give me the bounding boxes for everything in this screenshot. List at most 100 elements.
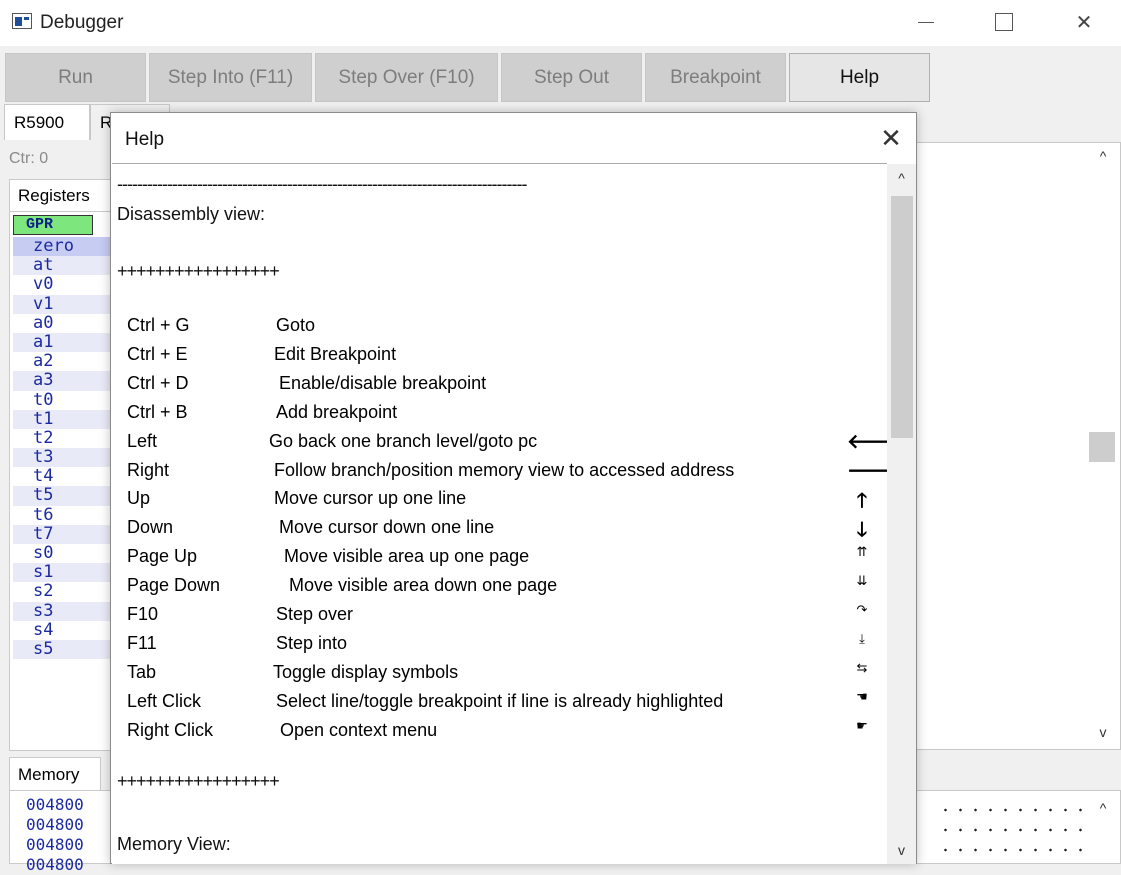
register-row[interactable]: t7: [13, 524, 111, 544]
help-scrollbar-thumb[interactable]: [891, 196, 913, 438]
arrow-right-icon: 🡒: [847, 458, 887, 483]
memory-row[interactable]: 004800: [26, 855, 116, 875]
shortcut-description: Add breakpoint: [276, 401, 398, 422]
memory-row[interactable]: 004800: [26, 795, 116, 815]
shortcut-key: Left: [127, 430, 158, 451]
app-icon: [12, 13, 32, 29]
help-scroll-down-icon[interactable]: v: [887, 842, 916, 860]
shortcut-key: Page Down: [127, 575, 221, 596]
shortcut-description: Step over: [276, 604, 354, 624]
section-heading-memory: Memory View:: [117, 834, 231, 854]
tab-icon: ⇆: [856, 659, 868, 675]
register-row[interactable]: s4: [13, 620, 111, 640]
shortcut-description: Follow branch/position memory view to ac…: [274, 459, 735, 480]
shortcut-description: Go back one branch level/goto pc: [269, 430, 538, 451]
memory-row[interactable]: 004800: [26, 835, 116, 855]
step-into-icon: ⤓: [859, 630, 865, 646]
window-title: Debugger: [40, 12, 124, 33]
help-dialog: Help ✕ ---------------------------------…: [110, 112, 917, 864]
help-close-button[interactable]: ✕: [873, 121, 909, 155]
register-row[interactable]: t5: [13, 486, 111, 506]
shortcut-key: Ctrl + B: [127, 401, 188, 422]
step-over-button[interactable]: Step Over (F10): [315, 53, 498, 102]
register-row[interactable]: a2: [13, 351, 111, 371]
gpr-category-tab[interactable]: GPR: [13, 215, 93, 235]
register-row[interactable]: t0: [13, 390, 111, 410]
step-into-button[interactable]: Step Into (F11): [149, 53, 312, 102]
help-button[interactable]: Help: [789, 53, 930, 102]
close-icon: ✕: [880, 122, 902, 153]
memory-scroll-up-icon[interactable]: ^: [1092, 800, 1114, 820]
step-over-icon: ↷: [856, 602, 868, 617]
register-row[interactable]: t2: [13, 428, 111, 448]
register-row[interactable]: t3: [13, 447, 111, 468]
shortcut-description: Move cursor up one line: [274, 488, 467, 509]
register-row[interactable]: zero: [13, 236, 111, 257]
register-row[interactable]: t4: [13, 467, 111, 486]
register-row[interactable]: v0: [13, 275, 111, 294]
separator-line: ----------------------------------------…: [117, 174, 528, 194]
cycle-counter: Ctr: 0: [9, 150, 49, 167]
shortcut-key: Right Click: [127, 719, 214, 740]
shortcut-key: Ctrl + E: [127, 343, 188, 364]
shortcut-key: Left Click: [127, 690, 202, 711]
close-icon: ✕: [1075, 11, 1093, 34]
register-row[interactable]: a1: [13, 332, 111, 353]
minimize-button[interactable]: [898, 0, 954, 44]
shortcut-key: Page Up: [127, 546, 198, 567]
shortcut-description: Step into: [276, 632, 348, 653]
section-heading-disassembly: Disassembly view:: [117, 204, 266, 224]
shortcut-description: Move visible area down one page: [289, 575, 558, 596]
shortcut-description: Edit Breakpoint: [274, 343, 397, 364]
register-row[interactable]: a3: [13, 371, 111, 391]
maximize-button[interactable]: [976, 0, 1032, 44]
plus-separator: +++++++++++++++++: [117, 771, 280, 791]
maximize-icon: [995, 13, 1013, 31]
register-row[interactable]: a0: [13, 313, 111, 333]
register-row[interactable]: s2: [13, 582, 111, 601]
shortcut-description: Select line/toggle breakpoint if line is…: [276, 690, 724, 711]
run-button[interactable]: Run: [5, 53, 146, 102]
tab-r5900[interactable]: R5900: [4, 104, 90, 140]
left-click-icon: ☚: [856, 688, 868, 704]
disasm-scroll-down-icon[interactable]: v: [1092, 724, 1114, 744]
tab-registers[interactable]: Registers: [9, 179, 111, 211]
page-up-icon: ⇈: [856, 544, 868, 560]
shortcut-key: Up: [127, 488, 151, 509]
memory-row[interactable]: 004800: [26, 815, 116, 835]
page-down-icon: ⇊: [856, 573, 868, 589]
register-row[interactable]: v1: [13, 294, 111, 314]
register-row[interactable]: t6: [13, 505, 111, 525]
right-click-icon: ☛: [856, 717, 868, 733]
step-out-button[interactable]: Step Out: [501, 53, 642, 102]
shortcut-key: Right: [127, 459, 170, 480]
plus-separator: +++++++++++++++++: [117, 261, 280, 281]
shortcut-description: Toggle display symbols: [273, 661, 459, 682]
register-row[interactable]: s3: [13, 601, 111, 621]
register-row[interactable]: t1: [13, 409, 111, 429]
shortcut-key: Down: [127, 517, 174, 538]
disasm-scrollbar-thumb[interactable]: [1089, 432, 1115, 462]
arrow-left-icon: 🡐: [847, 429, 887, 454]
tab-memory[interactable]: Memory: [9, 757, 101, 791]
shortcut-description: Move visible area up one page: [284, 546, 530, 567]
shortcut-key: Ctrl + D: [127, 372, 189, 393]
breakpoint-button[interactable]: Breakpoint: [645, 53, 786, 102]
shortcut-description: Enable/disable breakpoint: [279, 372, 487, 393]
help-scrollbar[interactable]: ^ v: [887, 164, 916, 864]
register-row[interactable]: s0: [13, 543, 111, 563]
close-window-button[interactable]: ✕: [1056, 0, 1112, 44]
disasm-scroll-up-icon[interactable]: ^: [1092, 148, 1114, 168]
help-scroll-up-icon[interactable]: ^: [887, 170, 916, 188]
shortcut-key: Tab: [127, 661, 157, 682]
memory-address-list: 004800 004800 004800 004800: [26, 795, 116, 875]
register-row[interactable]: s5: [13, 639, 111, 660]
help-text-area[interactable]: ----------------------------------------…: [112, 163, 887, 864]
shortcut-key: F11: [127, 632, 157, 653]
shortcut-key: Ctrl + G: [127, 315, 190, 335]
help-dialog-title: Help: [125, 129, 165, 150]
register-row[interactable]: s1: [13, 562, 111, 583]
shortcut-key: F10: [127, 604, 159, 624]
register-list: zero at v0 v1 a0 a1 a2 a3 t0 t1 t2 t3 t4 t5 t6 t7 s0 s1 s2…: [13, 236, 111, 660]
register-row[interactable]: at: [13, 255, 111, 276]
